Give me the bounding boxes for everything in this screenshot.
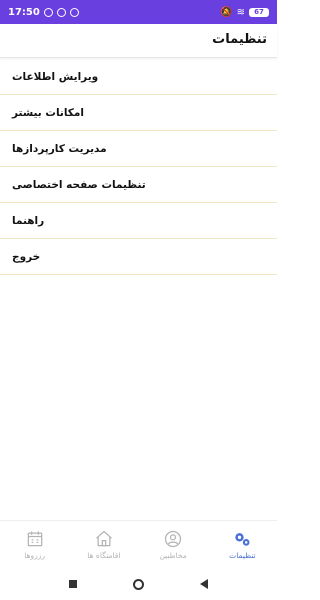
wifi-icon: ≋ (236, 6, 245, 18)
app-header: تنظیمات (0, 24, 277, 58)
system-nav-bar (0, 568, 277, 600)
back-button[interactable] (194, 574, 214, 594)
menu-item-edit-info[interactable]: ویرایش اطلاعات (0, 59, 277, 95)
nav-label-settings: تنظیمات (229, 551, 256, 560)
status-right: 🔕 ≋ 67 (220, 7, 269, 18)
menu-item-more-features[interactable]: امکانات بیشتر (0, 95, 277, 131)
nav-item-accommodations[interactable]: اقامتگاه ها (69, 521, 138, 568)
bottom-nav: تنظیمات مخاطبین اقامتگاه ها رزروها (0, 520, 277, 568)
battery-icon: 67 (249, 7, 269, 17)
status-left: 17:50 (8, 7, 79, 18)
nav-label-contacts: مخاطبین (159, 551, 187, 560)
nav-item-contacts[interactable]: مخاطبین (139, 521, 208, 568)
home-button[interactable] (128, 574, 148, 594)
recents-button[interactable] (63, 574, 83, 594)
menu-item-page-settings[interactable]: تنظیمات صفحه اختصاصی (0, 167, 277, 203)
nav-item-settings[interactable]: تنظیمات (208, 521, 277, 568)
nav-label-reservations: رزروها (24, 551, 45, 560)
calendar-icon (27, 531, 42, 547)
notification-icon (43, 7, 53, 17)
user-icon (165, 530, 182, 548)
home-icon (95, 530, 112, 547)
page-title: تنظیمات (212, 32, 267, 47)
square-icon (68, 580, 77, 588)
status-bar: 17:50 🔕 ≋ 67 (0, 0, 277, 24)
back-triangle-icon (200, 579, 209, 589)
status-time: 17:50 (8, 6, 40, 18)
menu-item-help[interactable]: راهنما (0, 203, 277, 239)
mute-icon: 🔕 (220, 6, 233, 18)
gears-icon (235, 533, 250, 546)
circle-icon (132, 578, 144, 590)
nav-item-reservations[interactable]: رزروها (0, 521, 69, 568)
sync-icon (56, 7, 66, 17)
menu-item-logout[interactable]: خروج (0, 239, 277, 275)
settings-menu: ویرایش اطلاعات امکانات بیشتر مدیریت کارپ… (0, 59, 277, 275)
menu-item-manage-agents[interactable]: مدیریت کارپردازها (0, 131, 277, 167)
app-icon (69, 7, 79, 17)
nav-label-accommodations: اقامتگاه ها (87, 551, 121, 560)
